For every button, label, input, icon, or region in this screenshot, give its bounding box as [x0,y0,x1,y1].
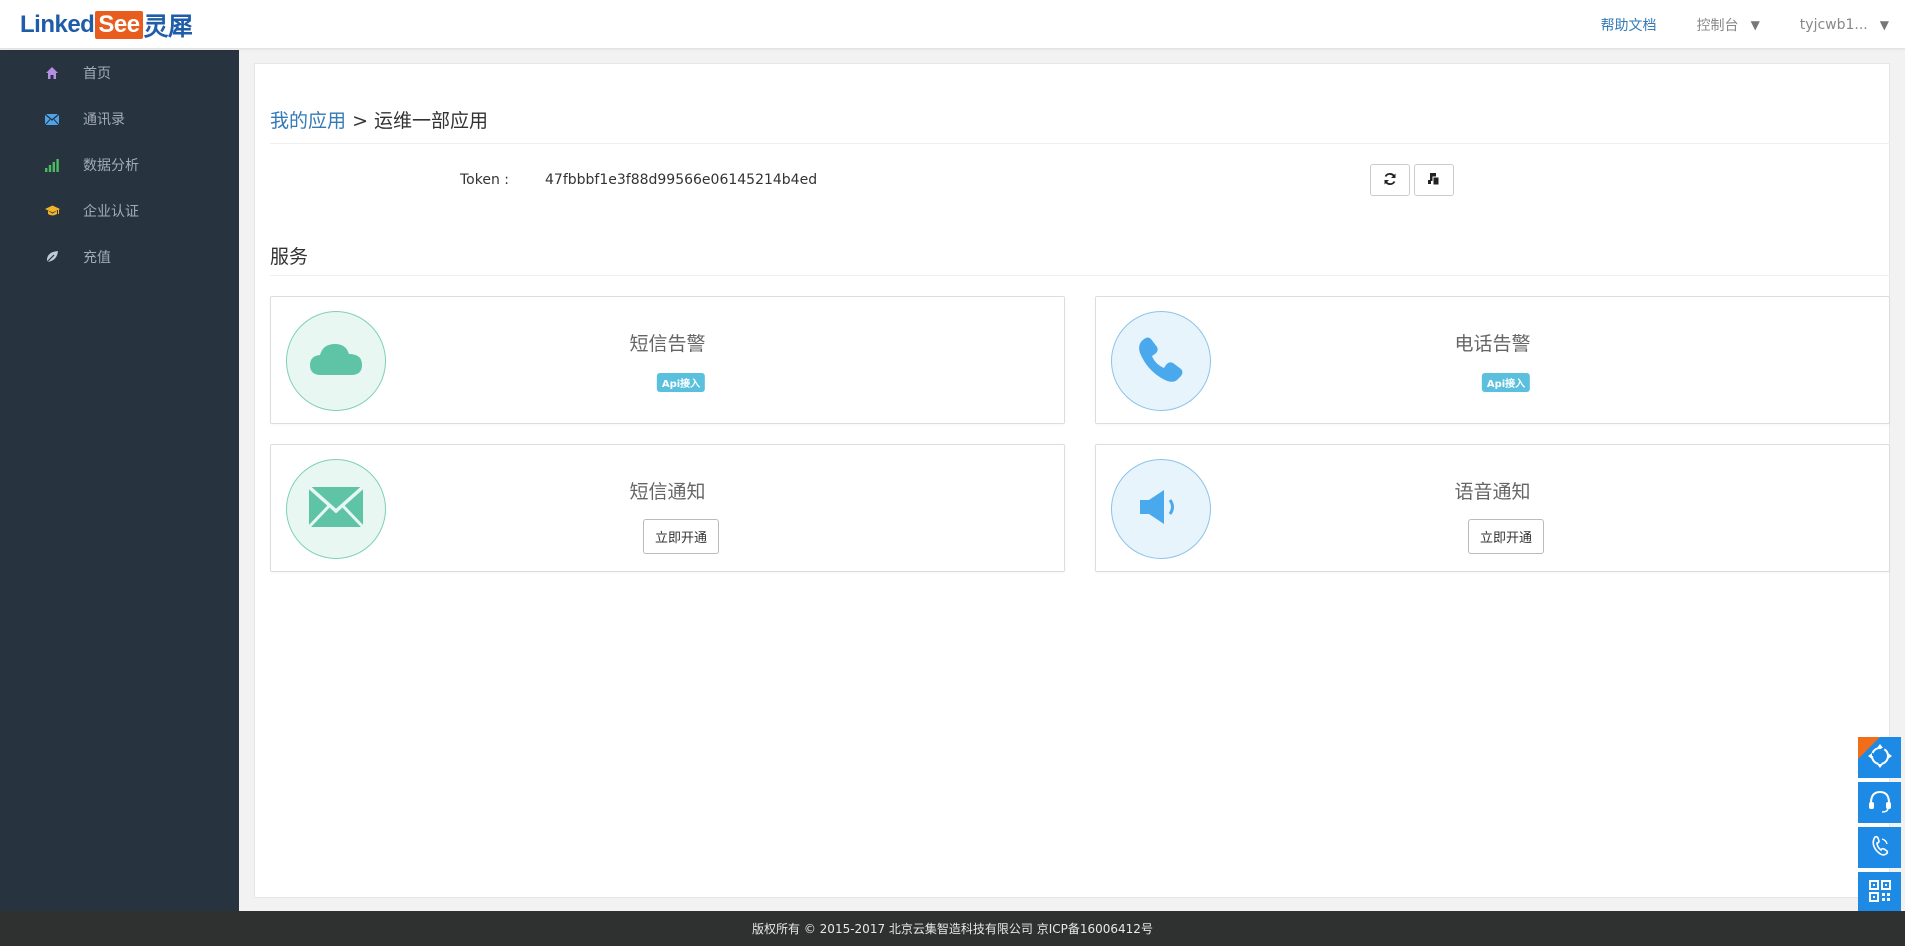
service-icon-circle [286,459,386,559]
breadcrumb: 我的应用 > 运维一部应用 [270,106,488,133]
service-title: 电话告警 [1454,333,1531,355]
footer: 版权所有 © 2015-2017 北京云集智造科技有限公司 京ICP备16006… [0,911,1905,946]
breadcrumb-current: 运维一部应用 [374,110,489,132]
service-icon-circle [1111,459,1211,559]
activate-now-button[interactable]: 立即开通 [642,519,720,554]
graduation-cap-icon [44,203,60,219]
copy-token-button[interactable] [1414,164,1454,196]
leaf-icon [44,249,60,265]
help-docs-link[interactable]: 帮助文档 [1601,15,1657,35]
home-icon [44,65,60,81]
sidebar-item-label: 通讯录 [83,112,125,128]
service-card-voice-notification: 语音通知 立即开通 [1095,444,1890,572]
float-qrcode-button[interactable] [1858,872,1901,913]
sidebar-item-label: 企业认证 [83,204,139,220]
service-title: 短信通知 [629,481,706,503]
user-dropdown[interactable]: tyjcwb1... ▼ [1800,17,1889,33]
breadcrumb-separator: > [352,110,368,132]
hot-ribbon [1858,737,1880,759]
api-badge: Api接入 [1481,373,1531,392]
refresh-token-button[interactable] [1370,164,1410,196]
phone-icon [1868,834,1892,862]
token-label: Token : [460,172,509,188]
sidebar-item-label: 数据分析 [83,158,139,174]
breadcrumb-my-apps-link[interactable]: 我的应用 [270,110,346,132]
service-icon-circle [1111,311,1211,411]
sidebar-item-label: 充值 [83,250,111,266]
service-card-sms-alert: 短信告警 Api接入 [270,296,1065,424]
copy-icon [1427,171,1441,190]
sidebar-item-certification[interactable]: 企业认证 [0,188,239,234]
float-customer-service-button[interactable] [1858,782,1901,823]
service-icon-circle [286,311,386,411]
refresh-icon [1383,171,1397,190]
activate-now-button[interactable]: 立即开通 [1467,519,1545,554]
caret-down-icon: ▼ [1879,17,1889,32]
divider [270,275,1890,276]
headset-icon [1867,788,1893,818]
logo-text-see: See [95,11,143,39]
logo-text-linked: Linked [20,11,95,38]
sidebar-item-home[interactable]: 首页 [0,50,239,96]
signal-bars-icon [44,157,60,173]
sidebar: 首页 通讯录 数据分析 企业认证 充值 [0,50,239,911]
float-hot-activity-button[interactable] [1858,737,1901,778]
token-value: 47fbbbf1e3f88d99566e06145214b4ed [545,172,818,188]
main-panel: 我的应用 > 运维一部应用 Token : 47fbbbf1e3f88d9956… [254,63,1890,898]
top-nav: 帮助文档 控制台 ▼ tyjcwb1... ▼ [1561,0,1889,49]
sidebar-item-label: 首页 [83,66,111,82]
service-title: 短信告警 [629,333,706,355]
logo-text-chinese: 灵犀 [143,13,194,41]
services-title: 服务 [270,246,309,268]
help-docs-label: 帮助文档 [1600,17,1657,34]
logo[interactable]: Linked See 灵犀 [20,10,194,41]
divider [270,143,1890,144]
caret-down-icon: ▼ [1750,17,1760,32]
api-badge: Api接入 [656,373,706,392]
sidebar-item-contacts[interactable]: 通讯录 [0,96,239,142]
console-label: 控制台 [1696,17,1739,34]
sidebar-item-recharge[interactable]: 充值 [0,234,239,280]
copyright-text: 版权所有 © 2015-2017 北京云集智造科技有限公司 京ICP备16006… [752,922,1153,936]
user-name: tyjcwb1... [1799,16,1868,33]
service-card-phone-alert: 电话告警 Api接入 [1095,296,1890,424]
envelope-icon [44,111,60,127]
float-phone-button[interactable] [1858,827,1901,868]
service-title: 语音通知 [1454,481,1531,503]
console-dropdown[interactable]: 控制台 ▼ [1697,15,1760,35]
service-card-sms-notification: 短信通知 立即开通 [270,444,1065,572]
top-bar: Linked See 灵犀 帮助文档 控制台 ▼ tyjcwb1... ▼ [0,0,1905,49]
qrcode-icon [1868,879,1892,907]
sidebar-item-analytics[interactable]: 数据分析 [0,142,239,188]
